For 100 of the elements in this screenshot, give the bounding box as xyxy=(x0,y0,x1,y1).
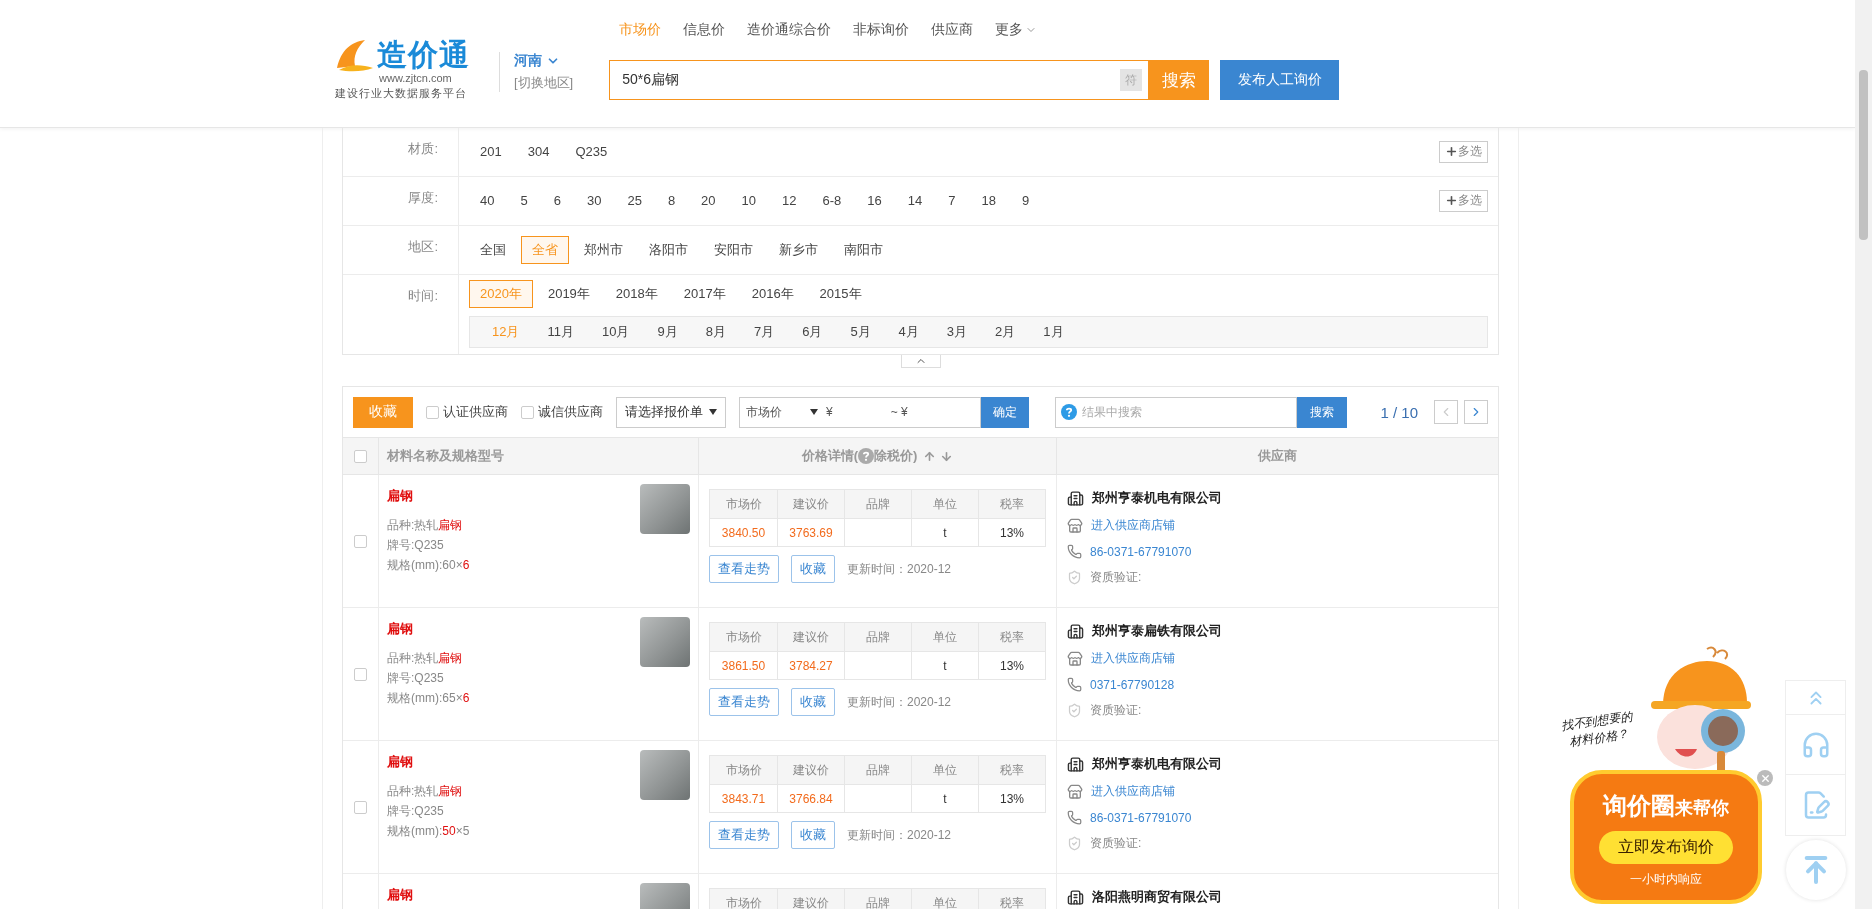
filter-option[interactable]: 2016年 xyxy=(740,280,805,308)
select-all-checkbox[interactable] xyxy=(354,449,367,463)
filter-option[interactable]: 8 xyxy=(656,188,687,213)
product-title[interactable]: 扁钢 xyxy=(387,753,413,771)
switch-region-link[interactable]: [切换地区] xyxy=(514,74,574,92)
suggested-price: 3766.84 xyxy=(777,784,844,812)
product-title[interactable]: 扁钢 xyxy=(387,487,413,505)
checkbox[interactable] xyxy=(426,405,439,419)
phone-number[interactable]: 0371-67790128 xyxy=(1090,677,1175,692)
filter-option[interactable]: 6-8 xyxy=(811,188,853,213)
filter-option[interactable]: 9 xyxy=(1010,188,1041,213)
shop-link[interactable]: 进入供应商店铺 xyxy=(1091,783,1175,800)
collapse-button[interactable] xyxy=(900,355,941,368)
filter-option[interactable]: 2018年 xyxy=(604,280,669,308)
month-option[interactable]: 7月 xyxy=(741,323,787,341)
month-option[interactable]: 4月 xyxy=(886,323,931,341)
month-option[interactable]: 8月 xyxy=(693,323,738,341)
row-checkbox[interactable] xyxy=(354,534,367,548)
supplier-name[interactable]: 洛阳燕明商贸有限公司 xyxy=(1092,888,1222,906)
filter-option[interactable]: 安阳市 xyxy=(703,235,764,264)
filter-option[interactable]: 14 xyxy=(896,188,934,213)
supplier-name[interactable]: 郑州亨泰扁铁有限公司 xyxy=(1092,622,1222,640)
filter-option[interactable]: 洛阳市 xyxy=(638,235,699,264)
month-option[interactable]: 10月 xyxy=(589,323,642,341)
price-table-header: 品牌 xyxy=(844,756,911,784)
filter-option[interactable]: 304 xyxy=(516,139,561,164)
result-search-field[interactable]: 结果中搜索 xyxy=(1055,396,1297,428)
shop-link[interactable]: 进入供应商店铺 xyxy=(1091,517,1175,534)
suggested-price: 3763.69 xyxy=(777,518,844,546)
close-button[interactable] xyxy=(1757,770,1773,786)
month-option[interactable]: 3月 xyxy=(934,323,980,341)
filter-option[interactable]: 郑州市 xyxy=(573,235,634,264)
month-option[interactable]: 9月 xyxy=(645,323,690,341)
month-option[interactable]: 2月 xyxy=(983,323,1028,341)
filter-option[interactable]: 7 xyxy=(937,188,967,213)
filter-option[interactable]: 30 xyxy=(575,188,613,213)
phone-number[interactable]: 86-0371-67791070 xyxy=(1090,544,1192,559)
scrollbar-thumb[interactable] xyxy=(1859,70,1868,240)
nav-tab[interactable]: 更多 xyxy=(995,21,1038,39)
filter-option[interactable]: 5 xyxy=(509,188,539,213)
sort-down-icon[interactable] xyxy=(940,449,954,463)
region-selector[interactable]: 河南 xyxy=(514,52,574,70)
collect-button[interactable]: 收藏 xyxy=(791,688,835,716)
filter-option[interactable]: 新乡市 xyxy=(768,235,829,264)
collect-button[interactable]: 收藏 xyxy=(791,555,835,583)
supplier-name[interactable]: 郑州亨泰机电有限公司 xyxy=(1092,489,1222,507)
nav-tab[interactable]: 造价通综合价 xyxy=(747,21,832,39)
nav-tab[interactable]: 非标询价 xyxy=(853,21,910,39)
price-range-field[interactable]: 市场价 ¥ ~ ¥ xyxy=(739,396,981,428)
filter-option[interactable]: 16 xyxy=(856,188,893,213)
filter-option[interactable]: 20 xyxy=(690,188,727,213)
row-checkbox[interactable] xyxy=(354,800,367,814)
multi-select-button[interactable]: 多选 xyxy=(1439,189,1488,212)
row-checkbox[interactable] xyxy=(354,667,367,681)
checkbox[interactable] xyxy=(521,405,534,419)
filter-label: 厚度: xyxy=(343,177,459,225)
filter-option[interactable]: 2015年 xyxy=(808,280,873,308)
month-option[interactable]: 11月 xyxy=(535,323,586,341)
filter-option[interactable]: 6 xyxy=(542,188,572,213)
filter-option[interactable]: 全国 xyxy=(469,235,517,264)
previous-page-button[interactable] xyxy=(1434,400,1458,424)
supplier-name[interactable]: 郑州亨泰机电有限公司 xyxy=(1092,755,1222,773)
tax-rate: 13% xyxy=(978,784,1045,812)
search-field[interactable]: 50*6扁钢 符 xyxy=(609,60,1150,100)
collect-button[interactable]: 收藏 xyxy=(791,821,835,849)
filter-option[interactable]: 10 xyxy=(730,188,768,213)
quote-list-select[interactable]: 请选择报价单 xyxy=(616,396,726,428)
nav-tab[interactable]: 信息价 xyxy=(683,21,726,39)
month-option[interactable]: 6月 xyxy=(790,323,835,341)
next-page-button[interactable] xyxy=(1464,400,1488,424)
price-table-header: 税率 xyxy=(978,889,1045,909)
month-option[interactable]: 5月 xyxy=(838,323,883,341)
filter-option[interactable]: 12 xyxy=(771,188,808,213)
search-button[interactable]: 搜索 xyxy=(1297,396,1347,428)
sort-up-icon[interactable] xyxy=(923,449,937,463)
month-option[interactable]: 1月 xyxy=(1031,323,1076,341)
filter-option[interactable]: 25 xyxy=(616,188,653,213)
checkbox-label: 认证供应商 xyxy=(443,403,508,421)
filter-option[interactable]: Q235 xyxy=(564,139,619,164)
filter-option[interactable]: 18 xyxy=(970,188,1007,213)
product-title[interactable]: 扁钢 xyxy=(387,886,413,904)
scrollbar[interactable] xyxy=(1855,0,1872,909)
filter-option[interactable]: 2019年 xyxy=(536,280,601,308)
view-trend-button[interactable]: 查看走势 xyxy=(709,555,779,583)
filter-option[interactable]: 201 xyxy=(469,139,513,164)
publish-inquiry-button[interactable]: 发布人工询价 xyxy=(1220,60,1340,100)
confirm-button[interactable]: 确定 xyxy=(981,396,1029,428)
back-to-top-button[interactable] xyxy=(1786,840,1846,900)
filter-option[interactable]: 2017年 xyxy=(672,280,737,308)
shop-link[interactable]: 进入供应商店铺 xyxy=(1091,650,1175,667)
view-trend-button[interactable]: 查看走势 xyxy=(709,688,779,716)
product-title[interactable]: 扁钢 xyxy=(387,620,413,638)
price-table-header: 市场价 xyxy=(710,490,777,518)
phone-number[interactable]: 86-0371-67791070 xyxy=(1090,810,1192,825)
view-trend-button[interactable]: 查看走势 xyxy=(709,821,779,849)
publish-inquiry-button[interactable]: 立即发布询价 xyxy=(1599,831,1733,864)
multi-select-button[interactable]: 多选 xyxy=(1439,140,1488,163)
nav-tab[interactable]: 供应商 xyxy=(931,21,974,39)
filter-option[interactable]: 南阳市 xyxy=(833,235,894,264)
filter-option[interactable]: 40 xyxy=(469,188,506,213)
